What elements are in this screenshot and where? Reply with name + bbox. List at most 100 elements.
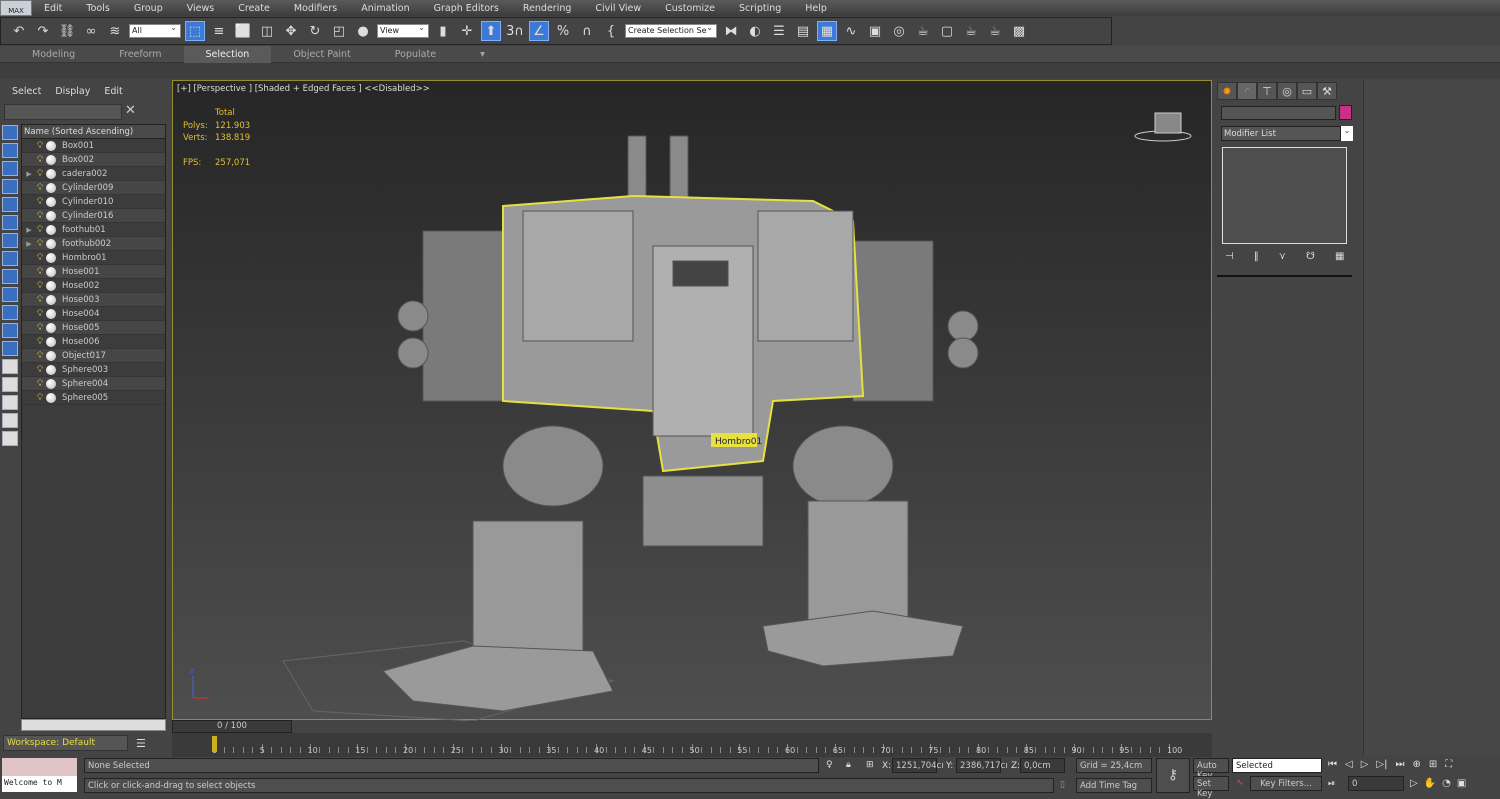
z-coordinate-field[interactable]: 0,0cm [1020,758,1065,773]
scale-icon[interactable]: ◰ [329,21,349,41]
scene-object-row[interactable]: 💡︎ Sphere005 [22,391,165,405]
manage-layers-icon[interactable]: ☰ [136,737,146,750]
render-sphere-icon[interactable] [46,154,56,165]
tab-modeling[interactable]: Modeling [10,46,97,63]
render-sphere-icon[interactable] [46,168,56,179]
light-bulb-icon[interactable]: 💡︎ [34,393,46,403]
render-sphere-icon[interactable] [46,238,56,249]
light-bulb-icon[interactable]: 💡︎ [34,169,46,179]
reference-coord-dropdown[interactable]: View [377,23,429,38]
explorer-search-input[interactable] [4,104,122,120]
menu-rendering[interactable]: Rendering [511,3,584,14]
selection-filter-dropdown[interactable]: All [129,23,181,38]
placement-icon[interactable]: ● [353,21,373,41]
modify-tab-icon[interactable]: ◜ [1237,82,1257,100]
viewcube[interactable] [1134,112,1192,142]
render-icon[interactable]: ☕ [961,21,981,41]
scene-object-row[interactable]: 💡︎ Sphere003 [22,363,165,377]
light-bulb-icon[interactable]: 💡︎ [34,295,46,305]
y-coordinate-field[interactable]: 2386,717cı [956,758,1008,773]
maxscript-listener-top[interactable] [2,758,77,776]
render-sphere-icon[interactable] [46,308,56,319]
menu-customize[interactable]: Customize [653,3,727,14]
current-frame-field[interactable]: 0 [1348,776,1404,791]
pin-stack-icon[interactable]: ⊣ [1225,251,1234,262]
set-key-icon[interactable]: ⚷ [1156,758,1190,793]
rotate-icon[interactable]: ↻ [305,21,325,41]
robot-model[interactable]: Hombro01 z [173,81,1213,721]
menu-create[interactable]: Create [226,3,282,14]
key-mode-toggle-icon[interactable]: ⏯ [1328,779,1335,789]
scene-object-row[interactable]: 💡︎ Hombro01 [22,251,165,265]
scene-explorer-icon[interactable]: ▦ [817,21,837,41]
orbit-icon[interactable]: ◔ [1442,778,1451,789]
explorer-filter-icon[interactable] [2,215,18,230]
explorer-filter-icon[interactable] [2,431,18,446]
menu-animation[interactable]: Animation [349,3,421,14]
explorer-filter-icon[interactable] [2,323,18,338]
named-selection-dropdown[interactable]: Create Selection Se [625,23,717,38]
chevron-down-icon[interactable]: ⌄ [1341,126,1353,141]
maximize-viewport-icon[interactable]: ▣ [1457,778,1466,789]
expand-arrow-icon[interactable]: ▶ [24,170,34,178]
render-sphere-icon[interactable] [46,280,56,291]
track-bar[interactable]: 0510152025303540455055606570758085909510… [172,733,1212,757]
keyboard-shortcut-icon[interactable]: ⬆ [481,21,501,41]
render-sphere-icon[interactable] [46,140,56,151]
go-to-start-icon[interactable]: ⏮ [1328,759,1337,770]
explorer-filter-icon[interactable] [2,125,18,140]
edit-named-selection-icon[interactable]: { [601,21,621,41]
explorer-filter-icon[interactable] [2,413,18,428]
light-bulb-icon[interactable]: 💡︎ [34,211,46,221]
menu-civil-view[interactable]: Civil View [583,3,653,14]
x-coordinate-field[interactable]: 1251,704cı [892,758,944,773]
light-bulb-icon[interactable]: 💡︎ [34,155,46,165]
render-sphere-icon[interactable] [46,266,56,277]
angle-snap-icon[interactable]: ∠ [529,21,549,41]
light-bulb-icon[interactable]: 💡︎ [34,141,46,151]
manipulate-icon[interactable]: ✛ [457,21,477,41]
zoom-all-icon[interactable]: ⊞ [1429,759,1437,770]
expand-arrow-icon[interactable]: ▶ [24,226,34,234]
explorer-filter-icon[interactable] [2,377,18,392]
explorer-scrollbar[interactable] [21,719,166,731]
isolate-icon[interactable]: ♀ [826,760,833,770]
render-sphere-icon[interactable] [46,378,56,389]
object-color-swatch[interactable] [1339,105,1352,120]
unlink-icon[interactable]: ∞ [81,21,101,41]
light-bulb-icon[interactable]: 💡︎ [34,197,46,207]
curve-editor-icon[interactable]: ∿ [841,21,861,41]
explorer-filter-icon[interactable] [2,341,18,356]
field-of-view-icon[interactable]: ▷ [1410,778,1418,789]
app-logo[interactable]: MAX [0,0,32,16]
light-bulb-icon[interactable]: 💡︎ [34,225,46,235]
light-bulb-icon[interactable]: 💡︎ [34,337,46,347]
modifier-stack[interactable] [1222,147,1347,244]
modifier-list-dropdown[interactable]: Modifier List [1221,126,1341,141]
ribbon-options-icon[interactable]: ▾ [458,46,507,63]
render-sphere-icon[interactable] [46,364,56,375]
select-by-name-icon[interactable]: ≡ [209,21,229,41]
light-bulb-icon[interactable]: 💡︎ [34,239,46,249]
spinner-snap-icon[interactable]: ∩ [577,21,597,41]
time-slider[interactable]: 0 / 100 [172,720,292,733]
bind-spacewarp-icon[interactable]: ≋ [105,21,125,41]
tab-freeform[interactable]: Freeform [97,46,183,63]
link-icon[interactable]: ⛓ [57,21,77,41]
schematic-view-icon[interactable]: ▣ [865,21,885,41]
expand-arrow-icon[interactable]: ▶ [24,240,34,248]
layer-explorer-icon[interactable]: ☰ [769,21,789,41]
maxscript-listener-input[interactable]: Welcome to M [2,776,77,792]
scene-object-row[interactable]: 💡︎ Object017 [22,349,165,363]
align-icon[interactable]: ◐ [745,21,765,41]
explorer-filter-icon[interactable] [2,359,18,374]
scene-object-row[interactable]: 💡︎ Hose002 [22,279,165,293]
scene-object-row[interactable]: ▶ 💡︎ foothub002 [22,237,165,251]
scene-object-row[interactable]: 💡︎ Box002 [22,153,165,167]
scene-object-row[interactable]: 💡︎ Cylinder016 [22,209,165,223]
pan-icon[interactable]: ✋ [1424,778,1436,789]
render-sphere-icon[interactable] [46,350,56,361]
explorer-menu-display[interactable]: Display [55,86,90,97]
menu-tools[interactable]: Tools [74,3,121,14]
render-sphere-icon[interactable] [46,210,56,221]
